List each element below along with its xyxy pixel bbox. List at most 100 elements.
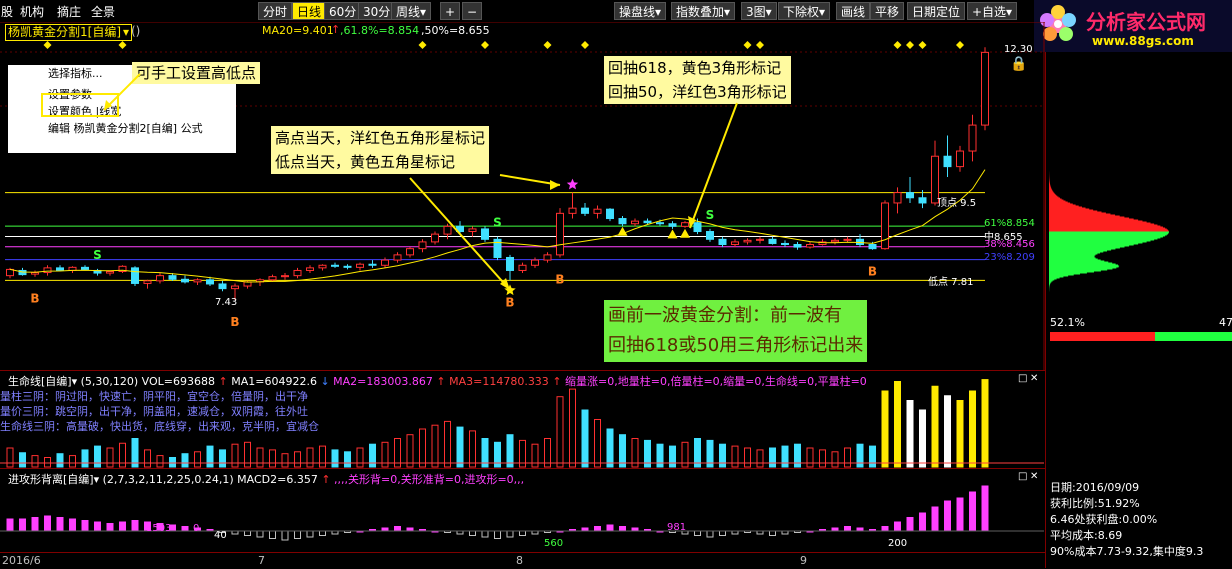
menu-edit-formula[interactable]: 编辑 杨凯黄金分割2[自编] 公式 <box>8 120 236 137</box>
menu-item-zhuangzhuang[interactable]: 摘庄 <box>57 3 81 20</box>
macd-label-2: 0 <box>193 523 200 534</box>
volume-bar <box>269 449 276 468</box>
macd-bar <box>506 530 514 538</box>
candle-body <box>506 256 514 271</box>
volume-bar <box>956 400 964 468</box>
x-tick-3: 8 <box>516 554 523 567</box>
macd-bar <box>906 517 914 532</box>
volume-bar <box>556 396 564 468</box>
volume-panel: 生命线[自编]▾ (5,30,120) VOL=693688 ↑ MA1=604… <box>0 370 1045 469</box>
diamond-marker <box>918 41 927 49</box>
three-charts-button[interactable]: 3图▾ <box>741 2 777 20</box>
volume-bar <box>594 419 601 468</box>
volume-bar <box>581 409 589 468</box>
candle-body <box>343 265 352 268</box>
volume-bar <box>94 445 101 468</box>
info-date: 日期:2016/09/09 <box>1050 481 1140 494</box>
caopanxian-button[interactable]: 操盘线▾ <box>614 2 667 20</box>
high-star-marker <box>566 178 579 190</box>
info-avg-cost: 平均成本:8.69 <box>1050 529 1123 542</box>
macd-bar <box>269 530 276 539</box>
macd-bar <box>56 517 64 532</box>
retrace-triangle-marker <box>667 229 678 239</box>
callout-green: 画前一波黄金分割：前一波有 回抽618或50用三角形标记出来 <box>604 300 868 362</box>
price-top-label: 12.30 <box>1004 44 1033 55</box>
volume-bar <box>356 447 364 468</box>
menu-item-gu[interactable]: 股 <box>1 3 13 20</box>
macd-bar <box>44 515 51 532</box>
ex-rights-button[interactable]: 下除权▾ <box>778 2 831 20</box>
fib50-value: ,50%=8.655 <box>421 24 490 37</box>
period-30min-button[interactable]: 30分 <box>358 2 396 20</box>
candle-body <box>881 202 889 250</box>
fib618-value: ,61.8%=8.854 <box>340 24 420 37</box>
profit-pct-right: 47 <box>1219 316 1232 329</box>
candle-body <box>793 244 802 248</box>
candle-body <box>331 264 339 267</box>
chip-distribution-chart <box>1049 171 1169 292</box>
retrace-triangle-marker <box>680 228 690 238</box>
macd-bar <box>494 530 501 539</box>
volume-bar <box>606 428 614 468</box>
draw-line-button[interactable]: 画线 <box>836 2 871 20</box>
indicator-selector[interactable]: 杨凯黄金分割1[自编] ▾ <box>5 24 133 41</box>
add-watchlist-button[interactable]: +自选▾ <box>967 2 1018 20</box>
candle-body <box>456 225 464 233</box>
macd-bar <box>981 485 989 532</box>
period-60min-button[interactable]: 60分 <box>324 2 362 20</box>
fib23-label: 23%8.209 <box>984 252 1035 263</box>
highlight-box <box>41 93 119 117</box>
period-fenshi-button[interactable]: 分时 <box>258 2 293 20</box>
volume-bar <box>169 457 176 468</box>
volume-bar <box>656 443 664 468</box>
menu-item-quanjing[interactable]: 全景 <box>91 3 115 20</box>
volume-bar <box>894 381 901 468</box>
macd-bar <box>19 518 26 532</box>
pan-button[interactable]: 平移 <box>870 2 905 20</box>
logo-area: 分析家公式网 www.88gs.com <box>1034 0 1232 52</box>
date-locate-button[interactable]: 日期定位 <box>907 2 966 20</box>
callout-manual: 可手工设置高低点 <box>132 62 261 84</box>
callout-star-line1: 高点当天，洋红色五角形星标记 <box>275 129 486 147</box>
candle-body <box>918 197 927 204</box>
macd-bar <box>844 526 851 532</box>
candle-body <box>956 150 964 168</box>
candle-body <box>231 285 239 290</box>
candle-body <box>756 238 764 241</box>
index-overlay-button[interactable]: 指数叠加▾ <box>671 2 736 20</box>
candle-body <box>81 266 89 270</box>
up-arrow-icon: ↑ <box>331 23 341 36</box>
macd-bar <box>31 517 39 532</box>
volume-bar <box>194 451 201 468</box>
macd-bar <box>769 530 776 536</box>
callout-green-line2: 回抽618或50用三角形标记出来 <box>608 335 864 356</box>
volume-bar <box>31 455 39 468</box>
period-weekly-button[interactable]: 周线▾ <box>391 2 432 20</box>
volume-bar <box>331 449 339 468</box>
period-daily-button[interactable]: 日线 <box>292 2 327 20</box>
profit-bar-red <box>1050 332 1155 341</box>
lock-icon[interactable]: 🔒 <box>1010 56 1027 72</box>
candle-body <box>356 263 364 268</box>
callout-star: 高点当天，洋红色五角形星标记 低点当天，黄色五角星标记 <box>271 126 490 174</box>
macd-label-6: 200 <box>888 538 908 549</box>
zoom-in-button[interactable]: + <box>440 2 461 20</box>
candle-body <box>468 228 477 233</box>
macd-bar <box>594 526 601 532</box>
macd-bar <box>281 530 289 541</box>
volume-bar <box>19 452 26 468</box>
candle-body <box>631 220 639 225</box>
menu-item-jigou[interactable]: 机构 <box>20 3 44 20</box>
volume-bars <box>0 379 1044 468</box>
candle-body <box>581 207 589 214</box>
fib38-label: 38%8.456 <box>984 239 1035 250</box>
macd-bar <box>469 530 476 536</box>
zoom-out-button[interactable]: − <box>462 2 483 20</box>
chip-distribution-panel: 52.1% 47 日期:2016/09/09 获利比例:51.92% 6.46处… <box>1045 52 1232 568</box>
macd-bar <box>244 530 251 536</box>
candle-body <box>193 279 202 283</box>
candle-body <box>318 264 327 269</box>
volume-bar <box>744 447 751 468</box>
candle-body <box>968 124 977 152</box>
buy-marker: B <box>868 265 877 279</box>
